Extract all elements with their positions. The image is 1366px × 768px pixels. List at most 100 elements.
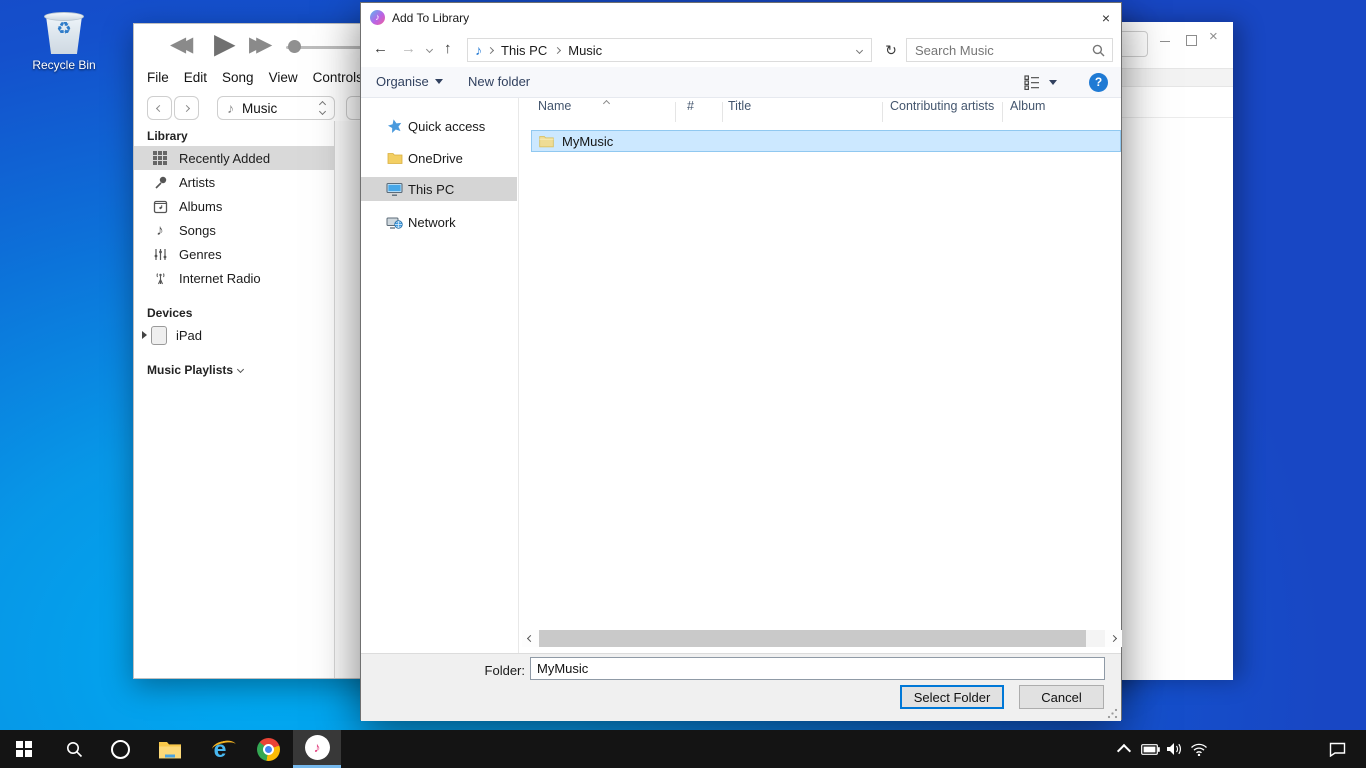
itunes-app-icon: ♪: [370, 10, 385, 25]
breadcrumb-chevron-icon: [487, 46, 494, 53]
chrome-button[interactable]: [244, 730, 292, 768]
maximize-button[interactable]: [1186, 35, 1197, 46]
recycle-symbol-icon: ♻: [44, 20, 84, 37]
change-view-button[interactable]: [1024, 75, 1057, 90]
close-button[interactable]: ×: [1209, 28, 1218, 45]
address-bar[interactable]: ♪ This PC Music: [467, 38, 872, 62]
resize-grip[interactable]: [1107, 708, 1118, 719]
minimize-button[interactable]: [1160, 41, 1170, 42]
sidebar-item-label: Artists: [179, 175, 215, 190]
new-folder-button[interactable]: New folder: [468, 74, 530, 89]
column-separator[interactable]: [722, 102, 723, 122]
breadcrumb-this-pc[interactable]: This PC: [495, 43, 553, 58]
sidebar-item-ipad[interactable]: iPad: [134, 323, 334, 347]
media-kind-picker[interactable]: ♪ Music: [217, 96, 335, 120]
tray-show-hidden-icons-button[interactable]: [1112, 730, 1136, 768]
up-button[interactable]: ↑: [444, 40, 452, 57]
tray-battery-indicator[interactable]: [1138, 730, 1162, 768]
column-header-contributing-artists[interactable]: Contributing artists: [890, 99, 994, 113]
recycle-bin-desktop-icon[interactable]: ♻ Recycle Bin: [28, 8, 100, 72]
column-separator[interactable]: [675, 102, 676, 122]
column-header-number[interactable]: #: [687, 99, 694, 113]
refresh-button[interactable]: ↻: [880, 38, 902, 62]
menu-song[interactable]: Song: [222, 70, 254, 85]
scrollbar-thumb[interactable]: [539, 630, 1086, 647]
organise-label: Organise: [376, 74, 429, 89]
devices-section-header: Devices: [134, 290, 334, 323]
back-button[interactable]: ←: [373, 40, 388, 57]
wifi-icon: [1190, 743, 1208, 756]
playlists-section-header[interactable]: Music Playlists: [134, 347, 334, 380]
nav-item-onedrive[interactable]: OneDrive: [361, 146, 517, 170]
library-section-header: Library: [134, 121, 334, 146]
folder-input[interactable]: [531, 658, 1104, 679]
menu-view[interactable]: View: [269, 70, 298, 85]
taskbar-search-button[interactable]: [50, 730, 98, 768]
tray-volume-indicator[interactable]: [1162, 730, 1186, 768]
new-folder-label: New folder: [468, 74, 530, 89]
song-note-icon: ♪: [151, 222, 169, 239]
nav-item-label: Network: [408, 215, 456, 230]
sidebar-item-recently-added[interactable]: Recently Added: [134, 146, 334, 170]
help-button[interactable]: ?: [1089, 73, 1108, 92]
fast-forward-icon[interactable]: ▶▶: [249, 32, 263, 57]
expand-caret-icon[interactable]: [142, 331, 147, 339]
start-button[interactable]: [0, 730, 48, 768]
cortana-circle-icon: [111, 740, 130, 759]
column-header-name[interactable]: Name: [538, 99, 571, 113]
volume-knob[interactable]: [288, 40, 301, 53]
rewind-icon[interactable]: ◀◀: [170, 32, 184, 57]
itunes-taskbar-button[interactable]: ♪: [293, 730, 341, 768]
column-separator[interactable]: [882, 102, 883, 122]
recent-locations-chevron-icon[interactable]: [426, 46, 433, 53]
search-input[interactable]: [907, 39, 1112, 61]
caret-down-icon: [435, 79, 443, 84]
caret-down-icon: [1049, 80, 1057, 85]
scroll-left-button[interactable]: [522, 630, 539, 647]
chevron-left-icon: [527, 635, 534, 642]
file-explorer-button[interactable]: [146, 730, 194, 768]
nav-item-this-pc[interactable]: This PC: [361, 177, 517, 201]
address-dropdown-icon[interactable]: [856, 46, 863, 53]
itunes-back-button[interactable]: [147, 96, 172, 120]
forward-button[interactable]: →: [401, 40, 416, 57]
column-separator[interactable]: [1002, 102, 1003, 122]
cortana-button[interactable]: [96, 730, 144, 768]
nav-item-network[interactable]: Network: [361, 210, 517, 234]
volume-icon: [1166, 742, 1183, 756]
select-folder-button[interactable]: Select Folder: [900, 685, 1004, 709]
menu-file[interactable]: File: [147, 70, 169, 85]
ipad-device-icon: [151, 326, 167, 345]
horizontal-scrollbar[interactable]: [522, 630, 1122, 647]
organise-menu-button[interactable]: Organise: [376, 74, 443, 89]
tray-wifi-indicator[interactable]: [1186, 730, 1212, 768]
menu-controls[interactable]: Controls: [313, 70, 363, 85]
menu-edit[interactable]: Edit: [184, 70, 207, 85]
scroll-right-button[interactable]: [1105, 630, 1122, 647]
dialog-titlebar[interactable]: ♪ Add To Library ×: [361, 3, 1121, 33]
search-box[interactable]: [906, 38, 1113, 62]
sidebar-item-internet-radio[interactable]: Internet Radio: [134, 266, 334, 290]
chevron-left-icon: [156, 104, 163, 111]
cancel-button[interactable]: Cancel: [1019, 685, 1104, 709]
nav-item-quick-access[interactable]: Quick access: [361, 114, 517, 138]
play-icon[interactable]: ▶: [214, 27, 236, 60]
sidebar-item-artists[interactable]: Artists: [134, 170, 334, 194]
internet-explorer-button[interactable]: e: [196, 730, 244, 768]
scrollbar-track[interactable]: [539, 630, 1105, 647]
chevron-up-icon: [1117, 744, 1131, 758]
folder-label: Folder:: [461, 663, 525, 678]
column-header-album[interactable]: Album: [1010, 99, 1045, 113]
music-location-icon: ♪: [475, 42, 482, 58]
breadcrumb-music[interactable]: Music: [562, 43, 608, 58]
itunes-forward-button[interactable]: [174, 96, 199, 120]
sidebar-item-genres[interactable]: Genres: [134, 242, 334, 266]
action-center-button[interactable]: [1322, 730, 1352, 768]
file-row-mymusic[interactable]: MyMusic: [531, 130, 1121, 152]
dialog-body: Quick access OneDrive This PC Network: [361, 98, 1121, 653]
column-header-title[interactable]: Title: [728, 99, 751, 113]
search-icon[interactable]: [1092, 44, 1105, 57]
sidebar-item-songs[interactable]: ♪ Songs: [134, 218, 334, 242]
dialog-close-button[interactable]: ×: [1094, 7, 1118, 29]
sidebar-item-albums[interactable]: Albums: [134, 194, 334, 218]
